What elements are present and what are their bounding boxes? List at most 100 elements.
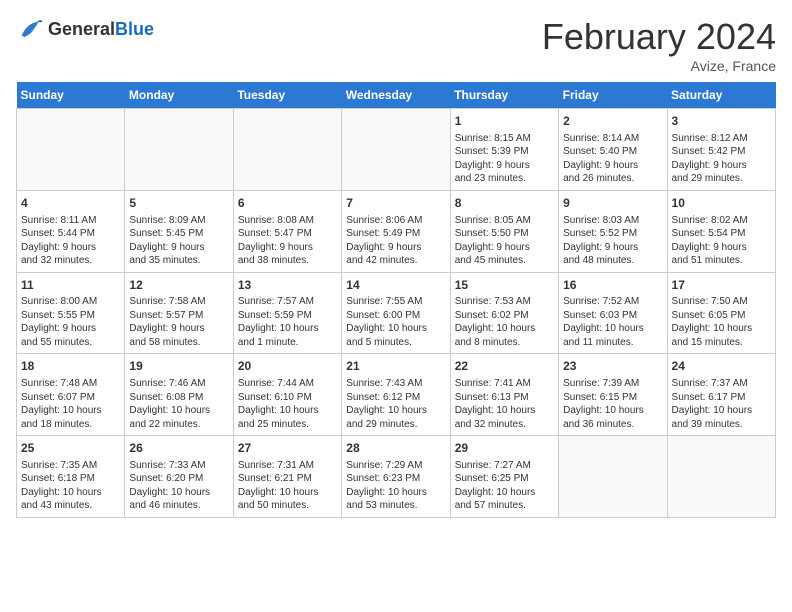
day-info: Sunrise: 7:53 AMSunset: 6:02 PMDaylight:… <box>455 295 554 349</box>
day-info: Sunrise: 7:57 AMSunset: 5:59 PMDaylight:… <box>238 295 337 349</box>
day-of-week-header: Saturday <box>667 82 775 109</box>
day-number: 1 <box>455 113 554 130</box>
day-info: Sunrise: 8:06 AMSunset: 5:49 PMDaylight:… <box>346 214 445 268</box>
calendar-day-cell: 28 Sunrise: 7:29 AMSunset: 6:23 PMDayligh… <box>342 436 450 518</box>
day-info: Sunrise: 7:29 AMSunset: 6:23 PMDaylight:… <box>346 459 445 513</box>
calendar-day-cell: 16Sunrise: 7:52 AMSunset: 6:03 PMDayligh… <box>559 272 667 354</box>
calendar-day-cell: 19 Sunrise: 7:46 AMSunset: 6:08 PMDayligh… <box>125 354 233 436</box>
calendar-day-cell: 11Sunrise: 8:00 AMSunset: 5:55 PMDayligh… <box>17 272 125 354</box>
day-of-week-header: Thursday <box>450 82 558 109</box>
day-number: 9 <box>563 195 662 212</box>
day-info: Sunrise: 7:52 AMSunset: 6:03 PMDaylight:… <box>563 295 662 349</box>
day-number: 22 <box>455 358 554 375</box>
calendar-week-row: 1 Sunrise: 8:15 AMSunset: 5:39 PMDaylight… <box>17 109 776 191</box>
calendar-day-cell: 8Sunrise: 8:05 AMSunset: 5:50 PMDaylight… <box>450 190 558 272</box>
day-number: 25 <box>21 440 120 457</box>
day-info: Sunrise: 7:27 AMSunset: 6:25 PMDaylight:… <box>455 459 554 513</box>
day-number: 7 <box>346 195 445 212</box>
day-info: Sunrise: 8:15 AMSunset: 5:39 PMDaylight:… <box>455 132 554 186</box>
calendar-day-cell: 3Sunrise: 8:12 AMSunset: 5:42 PMDaylight… <box>667 109 775 191</box>
calendar-day-cell: 29 Sunrise: 7:27 AMSunset: 6:25 PMDayligh… <box>450 436 558 518</box>
calendar-week-row: 11Sunrise: 8:00 AMSunset: 5:55 PMDayligh… <box>17 272 776 354</box>
calendar-day-cell: 24 Sunrise: 7:37 AMSunset: 6:17 PMDayligh… <box>667 354 775 436</box>
day-info: Sunrise: 8:08 AMSunset: 5:47 PMDaylight:… <box>238 214 337 268</box>
day-info: Sunrise: 7:31 AMSunset: 6:21 PMDaylight:… <box>238 459 337 513</box>
day-number: 14 <box>346 277 445 294</box>
calendar-header-row: SundayMondayTuesdayWednesdayThursdayFrid… <box>17 82 776 109</box>
day-number: 12 <box>129 277 228 294</box>
calendar-day-cell: 10Sunrise: 8:02 AMSunset: 5:54 PMDayligh… <box>667 190 775 272</box>
calendar-day-cell: 14Sunrise: 7:55 AMSunset: 6:00 PMDayligh… <box>342 272 450 354</box>
day-of-week-header: Wednesday <box>342 82 450 109</box>
day-info: Sunrise: 7:50 AMSunset: 6:05 PMDaylight:… <box>672 295 771 349</box>
calendar-week-row: 4 Sunrise: 8:11 AMSunset: 5:44 PMDaylight… <box>17 190 776 272</box>
day-number: 17 <box>672 277 771 294</box>
day-info: Sunrise: 8:05 AMSunset: 5:50 PMDaylight:… <box>455 214 554 268</box>
calendar-day-cell: 2Sunrise: 8:14 AMSunset: 5:40 PMDaylight… <box>559 109 667 191</box>
day-of-week-header: Friday <box>559 82 667 109</box>
calendar-day-cell: 21 Sunrise: 7:43 AMSunset: 6:12 PMDayligh… <box>342 354 450 436</box>
calendar-day-cell: 4 Sunrise: 8:11 AMSunset: 5:44 PMDaylight… <box>17 190 125 272</box>
day-number: 28 <box>346 440 445 457</box>
day-number: 20 <box>238 358 337 375</box>
day-info: Sunrise: 7:46 AMSunset: 6:08 PMDaylight:… <box>129 377 228 431</box>
day-number: 19 <box>129 358 228 375</box>
calendar-day-cell: 12Sunrise: 7:58 AMSunset: 5:57 PMDayligh… <box>125 272 233 354</box>
day-number: 3 <box>672 113 771 130</box>
calendar-day-cell <box>125 109 233 191</box>
day-info: Sunrise: 7:48 AMSunset: 6:07 PMDaylight:… <box>21 377 120 431</box>
day-number: 29 <box>455 440 554 457</box>
day-info: Sunrise: 7:58 AMSunset: 5:57 PMDaylight:… <box>129 295 228 349</box>
calendar-day-cell: 22 Sunrise: 7:41 AMSunset: 6:13 PMDayligh… <box>450 354 558 436</box>
day-info: Sunrise: 7:41 AMSunset: 6:13 PMDaylight:… <box>455 377 554 431</box>
logo: GeneralBlue <box>16 16 154 44</box>
calendar-day-cell: 26Sunrise: 7:33 AMSunset: 6:20 PMDayligh… <box>125 436 233 518</box>
day-number: 26 <box>129 440 228 457</box>
logo-text: GeneralBlue <box>48 20 154 40</box>
calendar-day-cell: 7 Sunrise: 8:06 AMSunset: 5:49 PMDaylight… <box>342 190 450 272</box>
day-number: 13 <box>238 277 337 294</box>
day-of-week-header: Sunday <box>17 82 125 109</box>
day-info: Sunrise: 7:43 AMSunset: 6:12 PMDaylight:… <box>346 377 445 431</box>
calendar-week-row: 18 Sunrise: 7:48 AMSunset: 6:07 PMDayligh… <box>17 354 776 436</box>
day-of-week-header: Tuesday <box>233 82 341 109</box>
day-number: 15 <box>455 277 554 294</box>
day-number: 27 <box>238 440 337 457</box>
calendar-day-cell <box>342 109 450 191</box>
location: Avize, France <box>542 58 776 74</box>
calendar-week-row: 25 Sunrise: 7:35 AMSunset: 6:18 PMDayligh… <box>17 436 776 518</box>
day-number: 6 <box>238 195 337 212</box>
calendar-day-cell: 17Sunrise: 7:50 AMSunset: 6:05 PMDayligh… <box>667 272 775 354</box>
day-info: Sunrise: 8:03 AMSunset: 5:52 PMDaylight:… <box>563 214 662 268</box>
day-number: 16 <box>563 277 662 294</box>
calendar-day-cell <box>17 109 125 191</box>
calendar-day-cell: 27 Sunrise: 7:31 AMSunset: 6:21 PMDayligh… <box>233 436 341 518</box>
day-info: Sunrise: 7:37 AMSunset: 6:17 PMDaylight:… <box>672 377 771 431</box>
day-number: 18 <box>21 358 120 375</box>
calendar-day-cell: 13Sunrise: 7:57 AMSunset: 5:59 PMDayligh… <box>233 272 341 354</box>
day-number: 5 <box>129 195 228 212</box>
calendar-day-cell: 25 Sunrise: 7:35 AMSunset: 6:18 PMDayligh… <box>17 436 125 518</box>
day-number: 24 <box>672 358 771 375</box>
calendar-day-cell <box>233 109 341 191</box>
calendar-day-cell: 15Sunrise: 7:53 AMSunset: 6:02 PMDayligh… <box>450 272 558 354</box>
logo-blue: Blue <box>115 20 154 40</box>
day-number: 21 <box>346 358 445 375</box>
calendar-day-cell: 9 Sunrise: 8:03 AMSunset: 5:52 PMDaylight… <box>559 190 667 272</box>
calendar-day-cell: 20 Sunrise: 7:44 AMSunset: 6:10 PMDayligh… <box>233 354 341 436</box>
calendar-day-cell: 5 Sunrise: 8:09 AMSunset: 5:45 PMDaylight… <box>125 190 233 272</box>
calendar-day-cell: 1 Sunrise: 8:15 AMSunset: 5:39 PMDaylight… <box>450 109 558 191</box>
day-info: Sunrise: 8:11 AMSunset: 5:44 PMDaylight:… <box>21 214 120 268</box>
day-number: 4 <box>21 195 120 212</box>
logo-bird-icon <box>16 16 44 44</box>
day-info: Sunrise: 7:35 AMSunset: 6:18 PMDaylight:… <box>21 459 120 513</box>
calendar-day-cell: 6 Sunrise: 8:08 AMSunset: 5:47 PMDaylight… <box>233 190 341 272</box>
calendar-day-cell <box>667 436 775 518</box>
page-header: GeneralBlue February 2024 Avize, France <box>16 16 776 74</box>
day-info: Sunrise: 7:44 AMSunset: 6:10 PMDaylight:… <box>238 377 337 431</box>
calendar-day-cell: 23Sunrise: 7:39 AMSunset: 6:15 PMDayligh… <box>559 354 667 436</box>
day-info: Sunrise: 7:39 AMSunset: 6:15 PMDaylight:… <box>563 377 662 431</box>
day-info: Sunrise: 8:09 AMSunset: 5:45 PMDaylight:… <box>129 214 228 268</box>
day-of-week-header: Monday <box>125 82 233 109</box>
day-number: 2 <box>563 113 662 130</box>
